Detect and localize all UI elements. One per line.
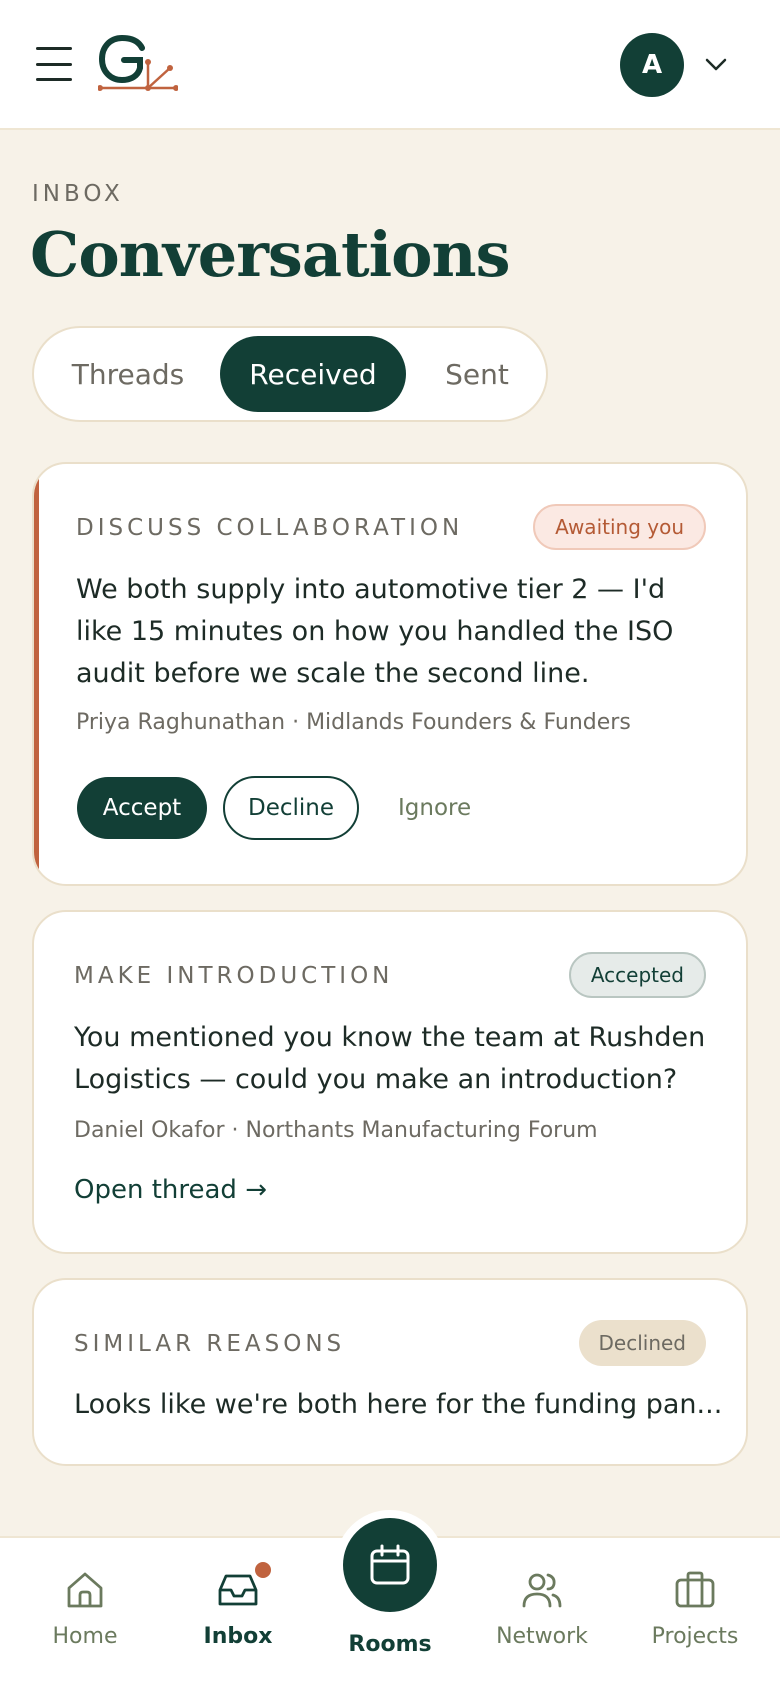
conversation-card[interactable]: MAKE INTRODUCTION Accepted You mentioned… — [32, 910, 748, 1254]
ignore-button[interactable]: Ignore — [398, 777, 471, 839]
users-icon — [522, 1573, 562, 1608]
calendar-icon — [370, 1544, 410, 1585]
nav-rooms-label: Rooms — [348, 1632, 432, 1657]
status-badge: Declined — [578, 1320, 706, 1366]
avatar[interactable]: A — [620, 33, 684, 97]
nav-rooms[interactable] — [335, 1510, 445, 1620]
tab-threads[interactable]: Threads — [42, 336, 214, 412]
card-label: MAKE INTRODUCTION — [74, 963, 394, 989]
rooms-button[interactable] — [343, 1518, 437, 1612]
status-badge: Awaiting you — [533, 504, 706, 550]
nav-projects-label: Projects — [651, 1624, 739, 1649]
nav-inbox-label: Inbox — [203, 1624, 273, 1649]
card-message: You mentioned you know the team at Rushd… — [74, 1022, 706, 1095]
brand-logo[interactable] — [98, 34, 178, 94]
card-meta: Daniel Okafor · Northants Manufacturing … — [74, 1118, 598, 1143]
nav-home[interactable]: Home — [20, 1568, 150, 1649]
tab-sent[interactable]: Sent — [412, 336, 542, 412]
home-icon — [67, 1572, 103, 1608]
unread-dot — [255, 1562, 271, 1578]
card-accent-bar — [34, 464, 39, 884]
nav-home-label: Home — [52, 1624, 118, 1649]
decline-button[interactable]: Decline — [223, 776, 359, 840]
inbox-icon — [218, 1574, 258, 1606]
page-title: Conversations — [30, 218, 511, 291]
accept-button[interactable]: Accept — [77, 777, 207, 839]
card-label: DISCUSS COLLABORATION — [76, 515, 464, 541]
conversation-tabs: Threads Received Sent — [32, 326, 548, 422]
card-message: We both supply into automotive tier 2 — … — [76, 574, 674, 689]
page-eyebrow: INBOX — [32, 181, 124, 207]
card-message: Looks like we're both here for the fundi… — [74, 1389, 723, 1420]
conversation-card[interactable]: SIMILAR REASONS Declined Looks like we'r… — [32, 1278, 748, 1466]
briefcase-icon — [675, 1571, 715, 1608]
menu-icon[interactable] — [36, 47, 72, 81]
tab-received[interactable]: Received — [220, 336, 406, 412]
status-badge: Accepted — [568, 952, 706, 998]
nav-network-label: Network — [496, 1624, 588, 1649]
nav-inbox[interactable]: Inbox — [173, 1562, 303, 1649]
card-meta: Priya Raghunathan · Midlands Founders & … — [76, 710, 631, 735]
top-bar: A — [0, 0, 780, 130]
nav-projects[interactable]: Projects — [630, 1568, 760, 1649]
chevron-down-icon[interactable] — [704, 54, 728, 74]
nav-network[interactable]: Network — [477, 1568, 607, 1649]
card-label: SIMILAR REASONS — [74, 1331, 346, 1357]
open-thread-link[interactable]: Open thread → — [74, 1175, 267, 1205]
conversation-card[interactable]: DISCUSS COLLABORATION Awaiting you We bo… — [32, 462, 748, 886]
